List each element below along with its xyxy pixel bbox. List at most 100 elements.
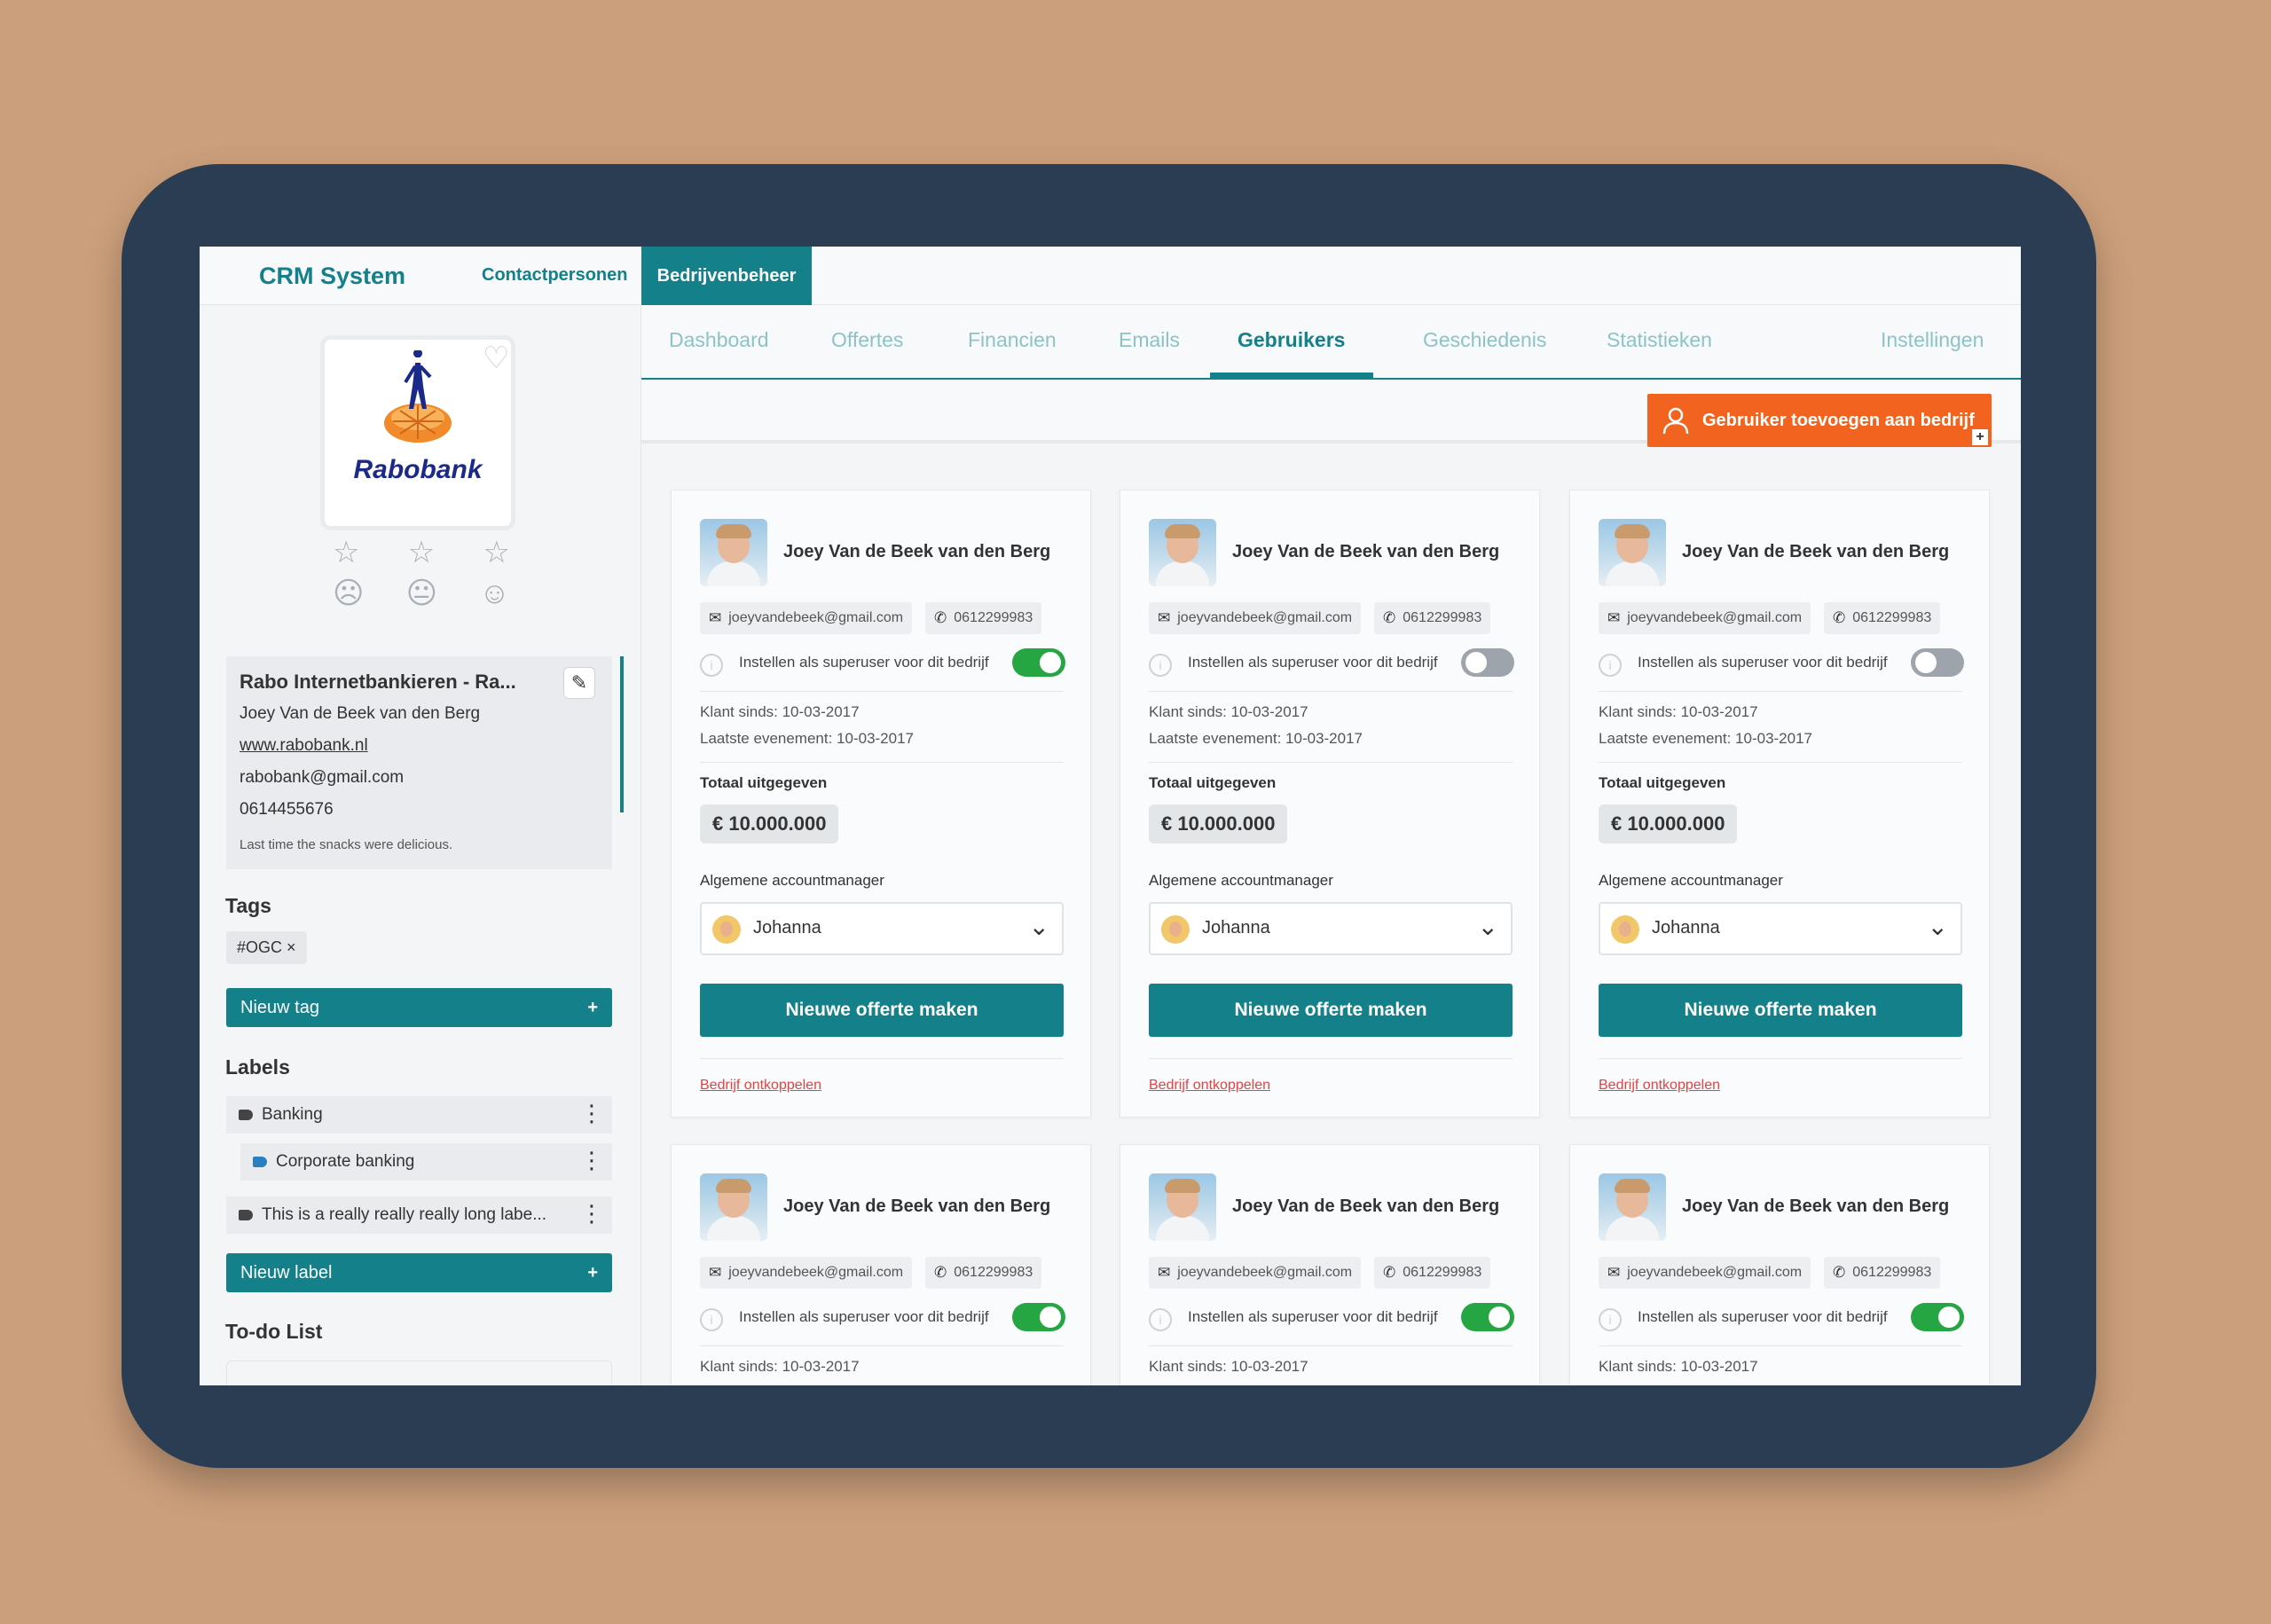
user-email-chip[interactable]: ✉ joeyvandebeek@gmail.com xyxy=(1149,1257,1362,1289)
scroll-indicator[interactable] xyxy=(620,656,624,812)
add-user-button[interactable]: Gebruiker toevoegen aan bedrijf + xyxy=(1647,394,1992,447)
new-offer-button[interactable]: Nieuwe offerte maken xyxy=(1149,984,1513,1037)
add-user-label: Gebruiker toevoegen aan bedrijf xyxy=(1702,410,1975,430)
superuser-toggle[interactable] xyxy=(1911,648,1964,677)
star-icon[interactable]: ☆ xyxy=(483,537,510,568)
chevron-down-icon: ⌄ xyxy=(1477,913,1498,940)
star-icon[interactable]: ☆ xyxy=(408,537,435,568)
user-avatar xyxy=(1599,1173,1666,1241)
user-phone: 0612299983 xyxy=(1403,610,1482,625)
tab-financien[interactable]: Financien xyxy=(968,328,1057,352)
unlink-company-link[interactable]: Bedrijf ontkoppelen xyxy=(1149,1078,1270,1094)
unlink-company-link[interactable]: Bedrijf ontkoppelen xyxy=(700,1078,821,1094)
superuser-toggle[interactable] xyxy=(1012,648,1065,677)
nav-contactpersonen[interactable]: Contactpersonen xyxy=(482,265,627,286)
total-spent-value: € 10.000.000 xyxy=(1599,804,1738,843)
user-name: Joey Van de Beek van den Berg xyxy=(1232,1196,1500,1216)
user-email-chip[interactable]: ✉ joeyvandebeek@gmail.com xyxy=(700,602,913,634)
tab-offertes[interactable]: Offertes xyxy=(831,328,903,352)
account-manager-select[interactable]: Johanna ⌄ xyxy=(1149,902,1513,955)
label-item[interactable]: Corporate banking ⋮ xyxy=(240,1143,612,1181)
more-vertical-icon[interactable]: ⋮ xyxy=(580,1202,603,1225)
info-icon[interactable]: i xyxy=(700,654,723,677)
tab-geschiedenis[interactable]: Geschiedenis xyxy=(1423,328,1546,352)
edit-company-button[interactable]: ✎ xyxy=(563,667,595,699)
new-label-button[interactable]: Nieuw label + xyxy=(226,1253,612,1292)
label-item[interactable]: Banking ⋮ xyxy=(226,1096,612,1134)
more-vertical-icon[interactable]: ⋮ xyxy=(580,1102,603,1125)
section-tabs: Dashboard Offertes Financien Emails Gebr… xyxy=(641,305,2021,380)
app-brand[interactable]: CRM System xyxy=(259,263,405,290)
tab-dashboard[interactable]: Dashboard xyxy=(669,328,769,352)
new-offer-button[interactable]: Nieuwe offerte maken xyxy=(1599,984,1962,1037)
more-vertical-icon[interactable]: ⋮ xyxy=(580,1149,603,1172)
star-icon[interactable]: ☆ xyxy=(333,537,359,568)
plus-icon: + xyxy=(587,997,598,1017)
last-event: Laatste evenement: 10-03-2017 xyxy=(700,730,915,747)
label-text: Banking xyxy=(262,1105,323,1124)
superuser-toggle[interactable] xyxy=(1012,1303,1065,1331)
new-offer-button[interactable]: Nieuwe offerte maken xyxy=(700,984,1064,1037)
phone-icon: ✆ xyxy=(1383,609,1396,626)
superuser-label: Instellen als superuser voor dit bedrijf xyxy=(1638,654,1888,671)
user-phone-chip[interactable]: ✆ 0612299983 xyxy=(1824,1257,1941,1289)
company-email: rabobank@gmail.com xyxy=(240,768,405,787)
action-bar: Gebruiker toevoegen aan bedrijf + xyxy=(641,381,2021,447)
company-title: Rabo Internetbankieren - Ra... xyxy=(240,671,516,693)
nav-bedrijvenbeheer[interactable]: Bedrijvenbeheer xyxy=(641,247,812,305)
superuser-toggle[interactable] xyxy=(1911,1303,1964,1331)
phone-icon: ✆ xyxy=(1833,609,1846,626)
mail-icon: ✉ xyxy=(709,609,722,626)
favorite-heart-icon[interactable]: ♡ xyxy=(483,343,509,373)
tag-chip[interactable]: #OGC × xyxy=(226,931,307,964)
account-manager-select[interactable]: Johanna ⌄ xyxy=(1599,902,1962,955)
tab-statistieken[interactable]: Statistieken xyxy=(1607,328,1712,352)
account-manager-select[interactable]: Johanna ⌄ xyxy=(700,902,1064,955)
user-name: Joey Van de Beek van den Berg xyxy=(1682,1196,1950,1216)
label-text: This is a really really really long labe… xyxy=(262,1205,547,1224)
user-phone-chip[interactable]: ✆ 0612299983 xyxy=(1824,602,1941,634)
superuser-toggle[interactable] xyxy=(1461,1303,1514,1331)
pencil-icon: ✎ xyxy=(570,671,588,694)
company-website-link[interactable]: www.rabobank.nl xyxy=(240,736,368,756)
total-spent-label: Totaal uitgegeven xyxy=(700,774,828,791)
user-email-chip[interactable]: ✉ joeyvandebeek@gmail.com xyxy=(1599,1257,1811,1289)
user-email-chip[interactable]: ✉ joeyvandebeek@gmail.com xyxy=(1149,602,1362,634)
user-name: Joey Van de Beek van den Berg xyxy=(1682,542,1950,561)
user-name: Joey Van de Beek van den Berg xyxy=(1232,542,1500,561)
user-phone-chip[interactable]: ✆ 0612299983 xyxy=(1374,602,1491,634)
sad-face-icon[interactable]: ☹ xyxy=(333,578,364,608)
info-icon[interactable]: i xyxy=(1149,654,1172,677)
tab-emails[interactable]: Emails xyxy=(1119,328,1180,352)
user-phone-chip[interactable]: ✆ 0612299983 xyxy=(925,1257,1042,1289)
user-email-chip[interactable]: ✉ joeyvandebeek@gmail.com xyxy=(1599,602,1811,634)
tab-instellingen[interactable]: Instellingen xyxy=(1881,328,1984,352)
new-tag-label: Nieuw tag xyxy=(240,997,319,1017)
user-email-chip[interactable]: ✉ joeyvandebeek@gmail.com xyxy=(700,1257,913,1289)
info-icon[interactable]: i xyxy=(1599,654,1622,677)
user-phone: 0612299983 xyxy=(1852,1265,1932,1280)
user-name: Joey Van de Beek van den Berg xyxy=(783,542,1051,561)
mail-icon: ✉ xyxy=(709,1264,722,1281)
card-divider xyxy=(700,762,1064,763)
unlink-company-link[interactable]: Bedrijf ontkoppelen xyxy=(1599,1078,1720,1094)
superuser-toggle[interactable] xyxy=(1461,648,1514,677)
info-icon[interactable]: i xyxy=(700,1308,723,1331)
label-tag-icon xyxy=(239,1210,253,1220)
manager-avatar xyxy=(1611,915,1639,944)
info-icon[interactable]: i xyxy=(1149,1308,1172,1331)
new-tag-button[interactable]: Nieuw tag + xyxy=(226,988,612,1027)
user-phone-chip[interactable]: ✆ 0612299983 xyxy=(1374,1257,1491,1289)
neutral-face-icon[interactable]: 😐︎ xyxy=(406,578,437,608)
user-card: Joey Van de Beek van den Berg ✉ joeyvandeb… xyxy=(671,490,1091,1118)
todo-list-box[interactable] xyxy=(226,1361,612,1385)
plus-icon: + xyxy=(587,1262,598,1283)
account-manager-value: Johanna xyxy=(1202,918,1270,938)
tab-gebruikers[interactable]: Gebruikers xyxy=(1238,328,1345,352)
card-divider xyxy=(700,691,1064,692)
phone-icon: ✆ xyxy=(1383,1264,1396,1281)
happy-face-icon[interactable]: ☺ xyxy=(479,578,510,608)
label-item[interactable]: This is a really really really long labe… xyxy=(226,1196,612,1234)
user-phone-chip[interactable]: ✆ 0612299983 xyxy=(925,602,1042,634)
info-icon[interactable]: i xyxy=(1599,1308,1622,1331)
